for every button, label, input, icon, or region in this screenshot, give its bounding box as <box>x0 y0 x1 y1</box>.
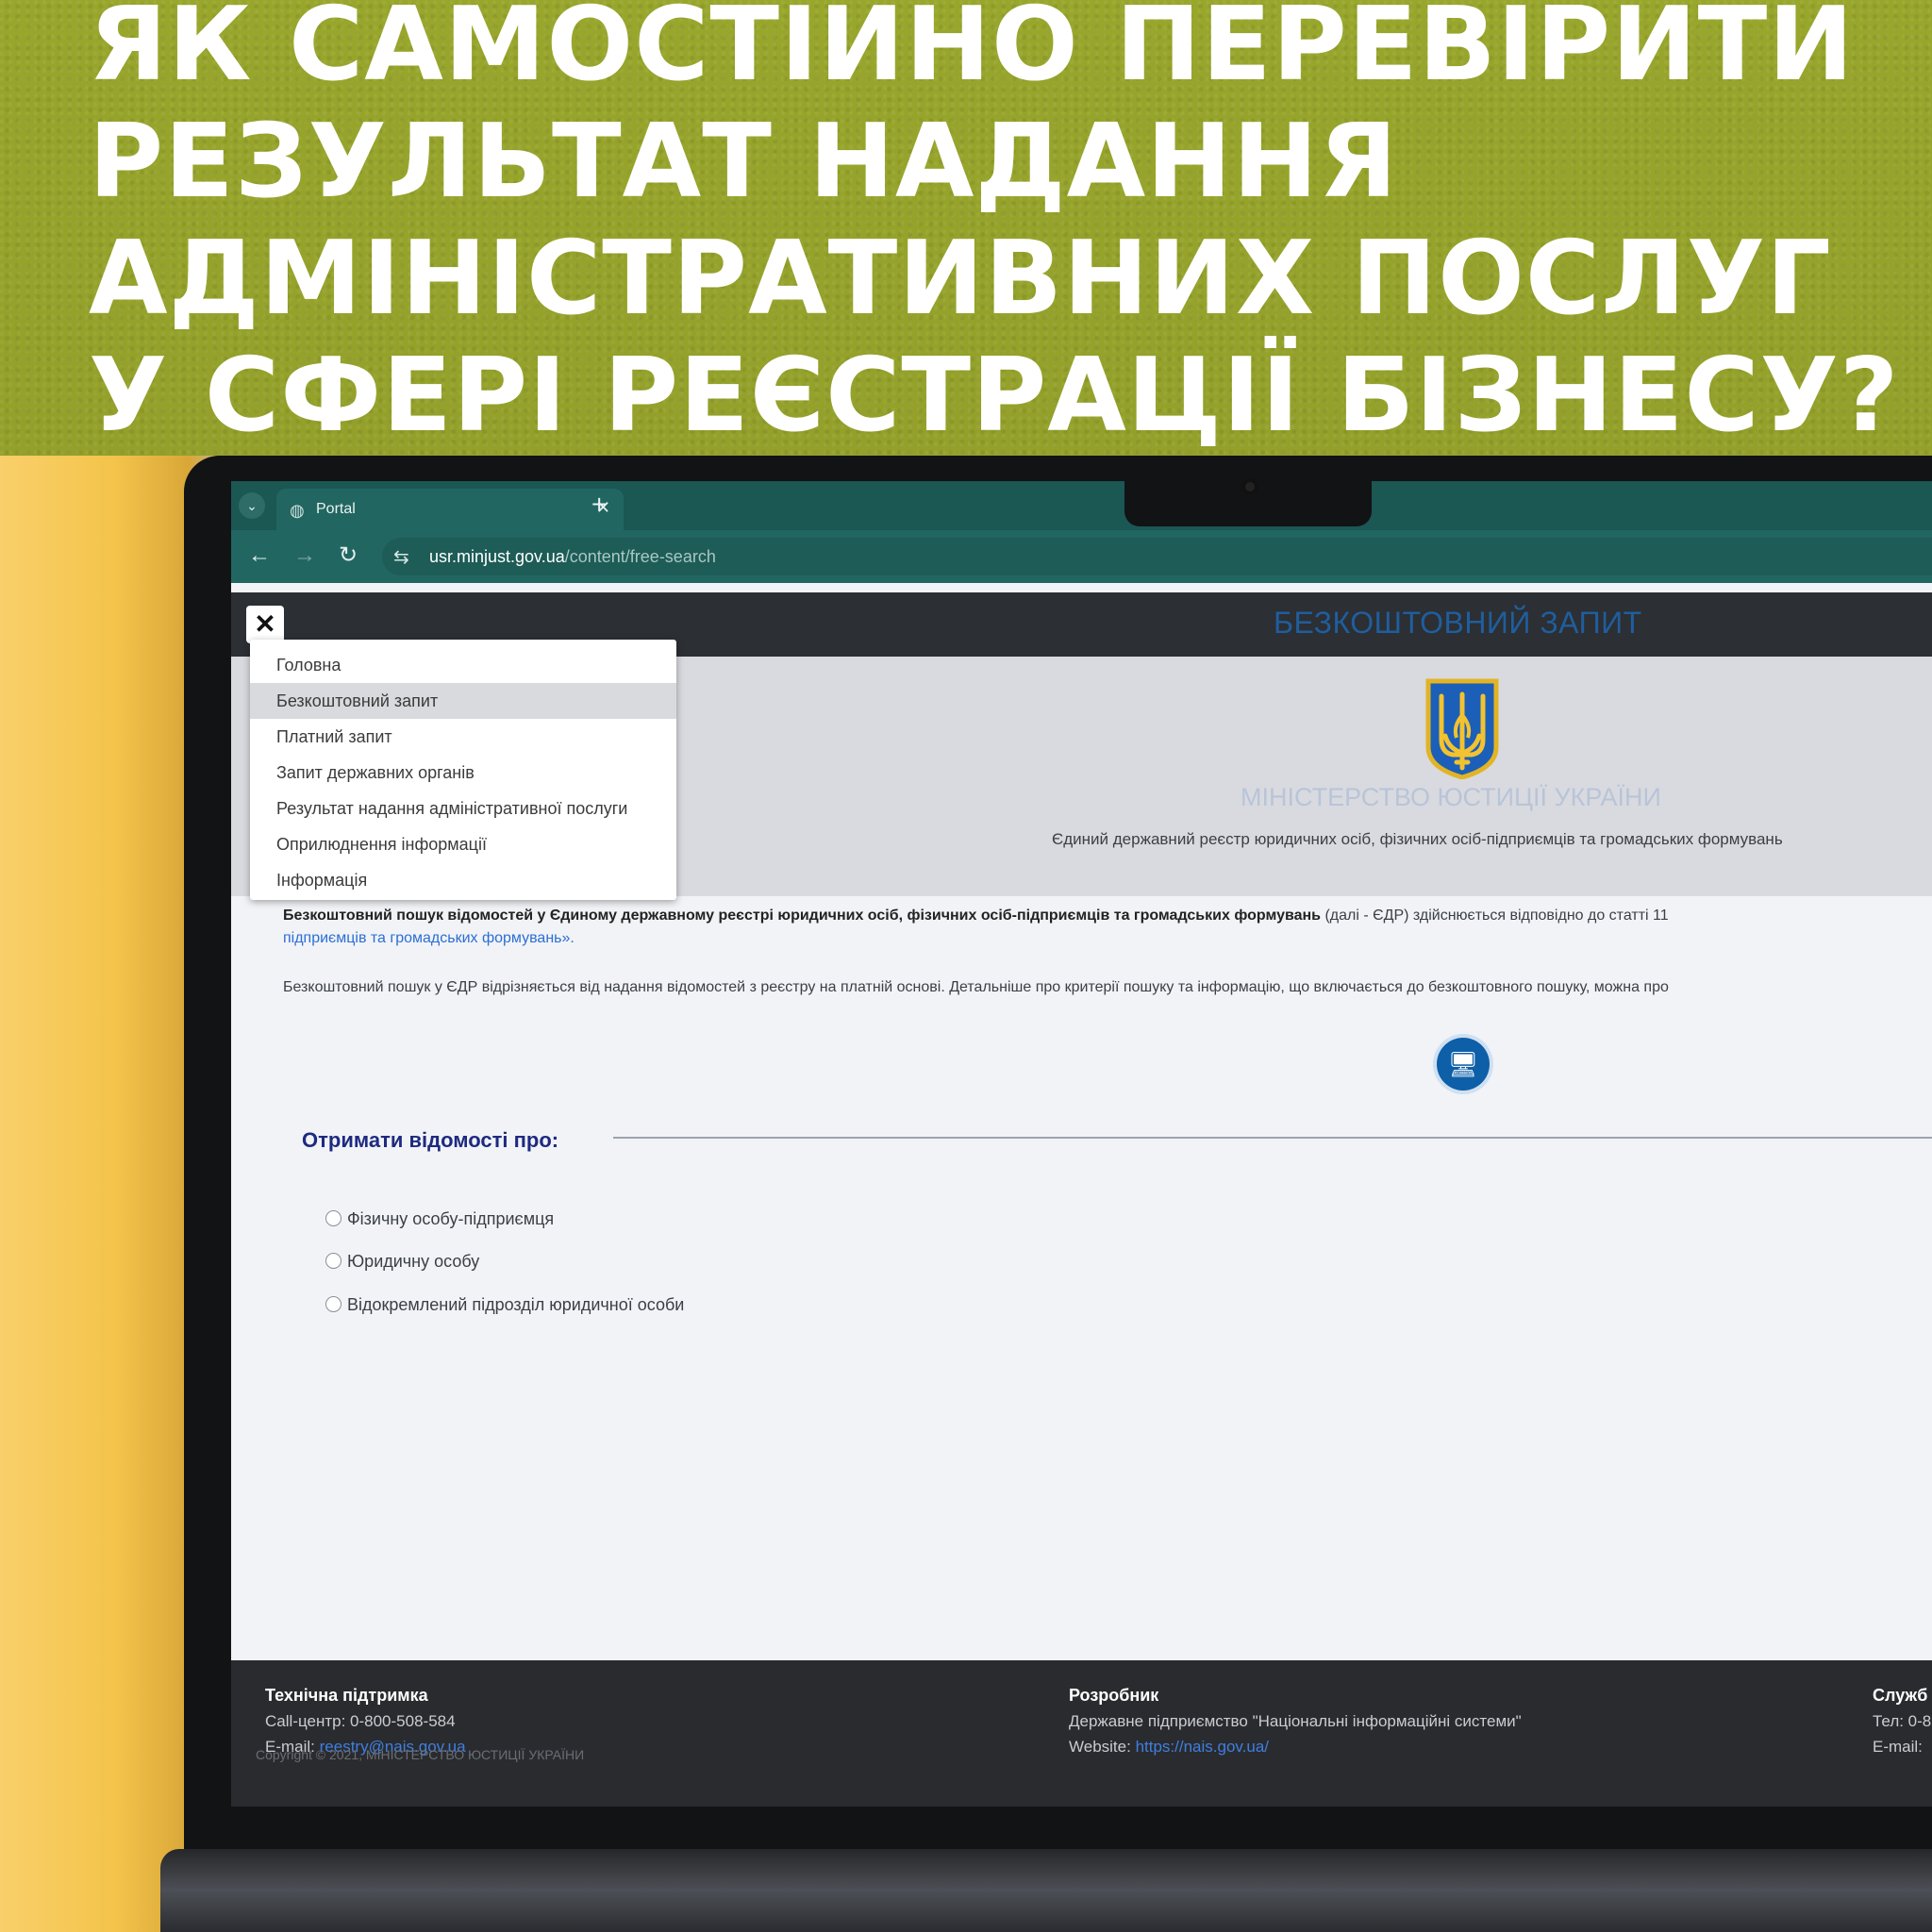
radio-label: Відокремлений підрозділ юридичної особи <box>347 1295 685 1314</box>
back-icon[interactable]: ← <box>248 542 271 569</box>
browser-tab[interactable]: ◍ Portal ✕ <box>276 489 624 530</box>
url-text: usr.minjust.gov.ua/content/free-search <box>429 547 716 567</box>
footer-service: Служб Тел: 0-8 E-mail: <box>1873 1683 1931 1759</box>
headline-line: У СФЕРІ РЕЄСТРАЦІЇ БІЗНЕСУ? <box>89 337 1900 455</box>
menu-item-admin-service-result[interactable]: Результат надання адміністративної послу… <box>250 791 676 826</box>
footer-site-label: Website: <box>1069 1738 1131 1756</box>
registry-name: Єдиний державний реєстр юридичних осіб, … <box>1052 830 1783 848</box>
browser-toolbar: ← → ↻ ⇆ usr.minjust.gov.ua/content/free-… <box>231 530 1932 583</box>
headline-line: АДМІНІСТРАТИВНИХ ПОСЛУГ <box>89 220 1832 338</box>
reload-icon[interactable]: ↻ <box>339 542 358 569</box>
radio-button[interactable] <box>325 1296 341 1312</box>
footer-heading: Служб <box>1873 1686 1928 1705</box>
menu-item-home[interactable]: Головна <box>250 647 676 683</box>
laptop-screen: ⌄ ◍ Portal ✕ + ← → ↻ ⇆ usr.minjust.gov.u… <box>231 481 1932 1807</box>
radio-option-entrepreneur[interactable]: Фізичну особу-підприємця <box>325 1209 554 1229</box>
tab-strip: ⌄ ◍ Portal ✕ + <box>231 481 1932 530</box>
footer-service-email: E-mail: <box>1873 1738 1923 1756</box>
page-title: БЕЗКОШТОВНИЙ ЗАПИТ <box>1274 606 1642 640</box>
intro-link[interactable]: підприємців та громадських формувань». <box>283 930 1932 947</box>
chevron-down-icon[interactable]: ⌄ <box>239 492 265 519</box>
radio-button[interactable] <box>325 1253 341 1269</box>
url-domain: usr.minjust.gov.ua <box>429 547 565 566</box>
footer-developer: Розробник Державне підприємство "Націона… <box>1069 1683 1522 1759</box>
nav-menu: Головна Безкоштовний запит Платний запит… <box>250 640 676 900</box>
footer-heading: Розробник <box>1069 1686 1159 1705</box>
divider <box>613 1137 1932 1139</box>
plus-icon[interactable]: + <box>591 490 607 520</box>
headline-line: ЯК САМОСТІЙНО ПЕРЕВІРИТИ <box>89 0 1855 104</box>
radio-option-branch[interactable]: Відокремлений підрозділ юридичної особи <box>325 1295 684 1315</box>
footer-phone: Call-центр: 0-800-508-584 <box>265 1712 456 1730</box>
menu-item-free-request[interactable]: Безкоштовний запит <box>250 683 676 719</box>
intro-paragraph-2: Безкоштовний пошук у ЄДР відрізняється в… <box>283 979 1669 995</box>
menu-item-publication[interactable]: Оприлюднення інформації <box>250 826 676 862</box>
footer-dev-name: Державне підприємство "Національні інфор… <box>1069 1712 1522 1730</box>
footer-site-row: Website: https://nais.gov.ua/ <box>1069 1734 1522 1759</box>
camera-icon <box>1241 478 1258 495</box>
radio-label: Фізичну особу-підприємця <box>347 1209 555 1228</box>
headline-line: РЕЗУЛЬТАТ НАДАННЯ <box>89 103 1399 221</box>
menu-item-paid-request[interactable]: Платний запит <box>250 719 676 755</box>
site-settings-icon[interactable]: ⇆ <box>393 545 409 569</box>
ministry-name: МІНІСТЕРСТВО ЮСТИЦІЇ УКРАЇНИ <box>1241 783 1661 811</box>
radio-label: Юридичну особу <box>347 1252 480 1271</box>
forward-icon[interactable]: → <box>293 542 316 569</box>
url-path: /content/free-search <box>564 547 716 566</box>
headline-banner: ЯК САМОСТІЙНО ПЕРЕВІРИТИ РЕЗУЛЬТАТ НАДАН… <box>0 0 1932 456</box>
close-menu-button[interactable]: ✕ <box>246 606 284 643</box>
laptop-base <box>160 1849 1932 1932</box>
footer-heading: Технічна підтримка <box>265 1686 428 1705</box>
monitor-icon[interactable]: 🖥 <box>1437 1038 1490 1091</box>
menu-item-state-bodies-request[interactable]: Запит державних органів <box>250 755 676 791</box>
globe-icon: ◍ <box>290 501 305 520</box>
menu-item-information[interactable]: Інформація <box>250 862 676 898</box>
radio-button[interactable] <box>325 1210 341 1226</box>
trident-emblem <box>1425 678 1499 779</box>
radio-option-legal-entity[interactable]: Юридичну особу <box>325 1252 479 1272</box>
tab-title: Portal <box>316 501 356 517</box>
site-footer: Технічна підтримка Call-центр: 0-800-508… <box>231 1660 1932 1807</box>
footer-site-link[interactable]: https://nais.gov.ua/ <box>1136 1738 1269 1756</box>
intro-rest: (далі - ЄДР) здійснюється відповідно до … <box>1324 908 1669 924</box>
footer-service-phone: Тел: 0-8 <box>1873 1712 1932 1730</box>
get-info-label: Отримати відомості про: <box>302 1128 559 1152</box>
intro-bold: Безкоштовний пошук відомостей у Єдиному … <box>283 908 1321 924</box>
address-bar[interactable]: ⇆ usr.minjust.gov.ua/content/free-search <box>382 538 1932 575</box>
intro-paragraph: Безкоштовний пошук відомостей у Єдиному … <box>283 908 1932 947</box>
copyright: Copyright © 2021, МІНІСТЕРСТВО ЮСТИЦІЇ У… <box>256 1747 585 1762</box>
headline: ЯК САМОСТІЙНО ПЕРЕВІРИТИ РЕЗУЛЬТАТ НАДАН… <box>89 0 1900 455</box>
